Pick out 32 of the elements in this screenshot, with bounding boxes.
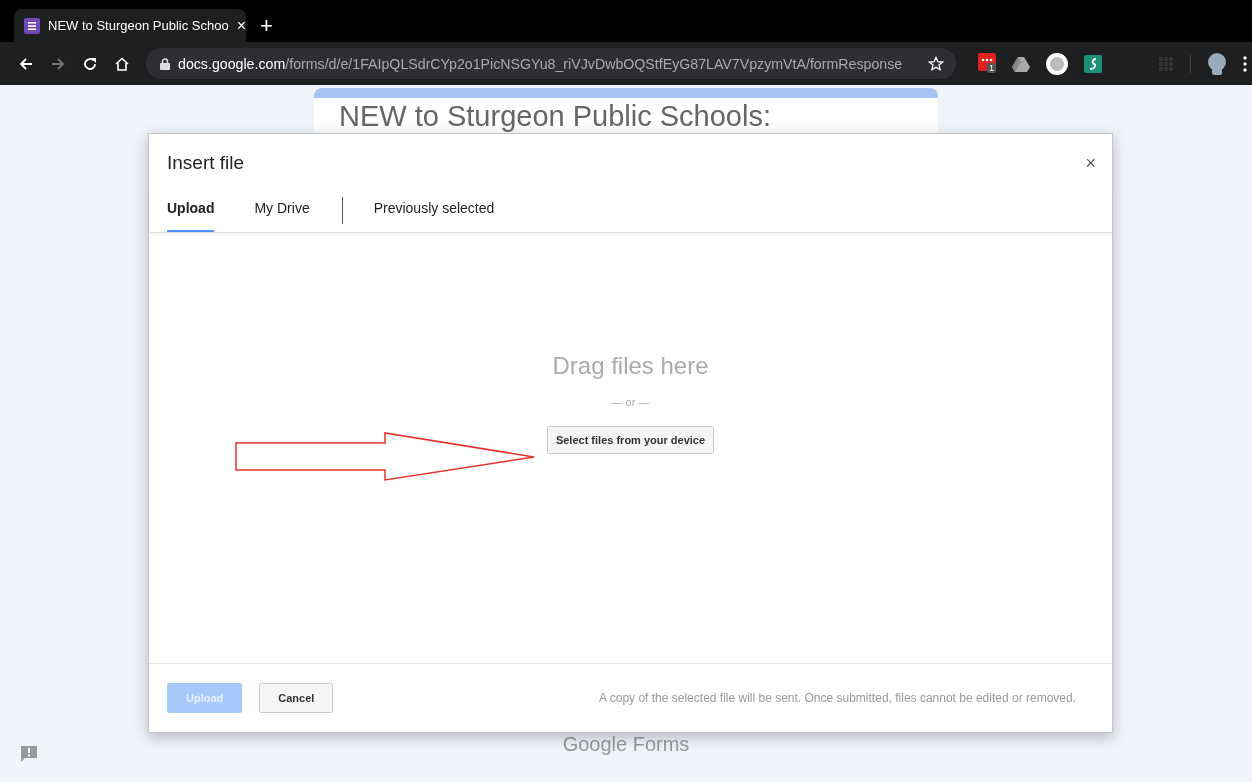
new-tab-button[interactable]: + xyxy=(260,9,273,42)
or-text: — or — xyxy=(611,396,650,408)
info-note: A copy of the selected file will be sent. Once submitted, files cannot be edited or removed. xyxy=(599,691,1076,705)
dialog-title: Insert file xyxy=(167,152,245,174)
menu-icon[interactable] xyxy=(1243,55,1247,72)
dialog-tab[interactable]: My Drive xyxy=(254,188,310,232)
dialog-tab[interactable]: Previously selected xyxy=(373,188,495,232)
back-icon[interactable] xyxy=(18,55,34,72)
drag-files-text: Drag files here xyxy=(552,352,709,380)
reload-icon[interactable] xyxy=(82,55,98,72)
feedback-icon[interactable] xyxy=(20,745,38,763)
forward-icon[interactable] xyxy=(50,55,66,72)
lock-icon xyxy=(160,57,170,70)
star-icon[interactable] xyxy=(928,55,944,72)
address-bar[interactable]: docs.google.com/forms/d/e/1FAIpQLSdrCYp2o1PicNSGYu8_riVJvDwbOQStfEyG87LAV7VpzymVtA/formResponse xyxy=(146,48,956,79)
profile-avatar-icon[interactable] xyxy=(1207,52,1227,75)
form-title: NEW to Sturgeon Public Schools: xyxy=(339,100,772,132)
extension-icon[interactable] xyxy=(1084,54,1102,73)
select-files-button[interactable]: Select files from your device xyxy=(546,426,715,454)
extension-icon[interactable] xyxy=(1046,52,1068,75)
browser-tab[interactable]: NEW to Sturgeon Public Schoo × xyxy=(14,9,246,42)
footer-logo-text: Google Forms xyxy=(562,733,690,756)
home-icon[interactable] xyxy=(114,55,130,72)
tab-title: NEW to Sturgeon Public Schoo xyxy=(48,18,229,33)
drive-icon[interactable] xyxy=(1012,55,1030,72)
close-button[interactable]: × xyxy=(1085,152,1096,174)
dialog-tab[interactable]: Upload xyxy=(167,188,215,232)
forms-icon xyxy=(24,17,40,34)
close-tab-button[interactable]: × xyxy=(236,16,246,35)
notification-badge: 1 xyxy=(987,62,996,73)
cancel-button[interactable]: Cancel xyxy=(259,683,334,713)
url-text: docs.google.com/forms/d/e/1FAIpQLSdrCYp2o1PicNSGYu8_riVJvDwbOQStfEyG87LAV7VpzymVtA/formResponse xyxy=(178,55,904,72)
